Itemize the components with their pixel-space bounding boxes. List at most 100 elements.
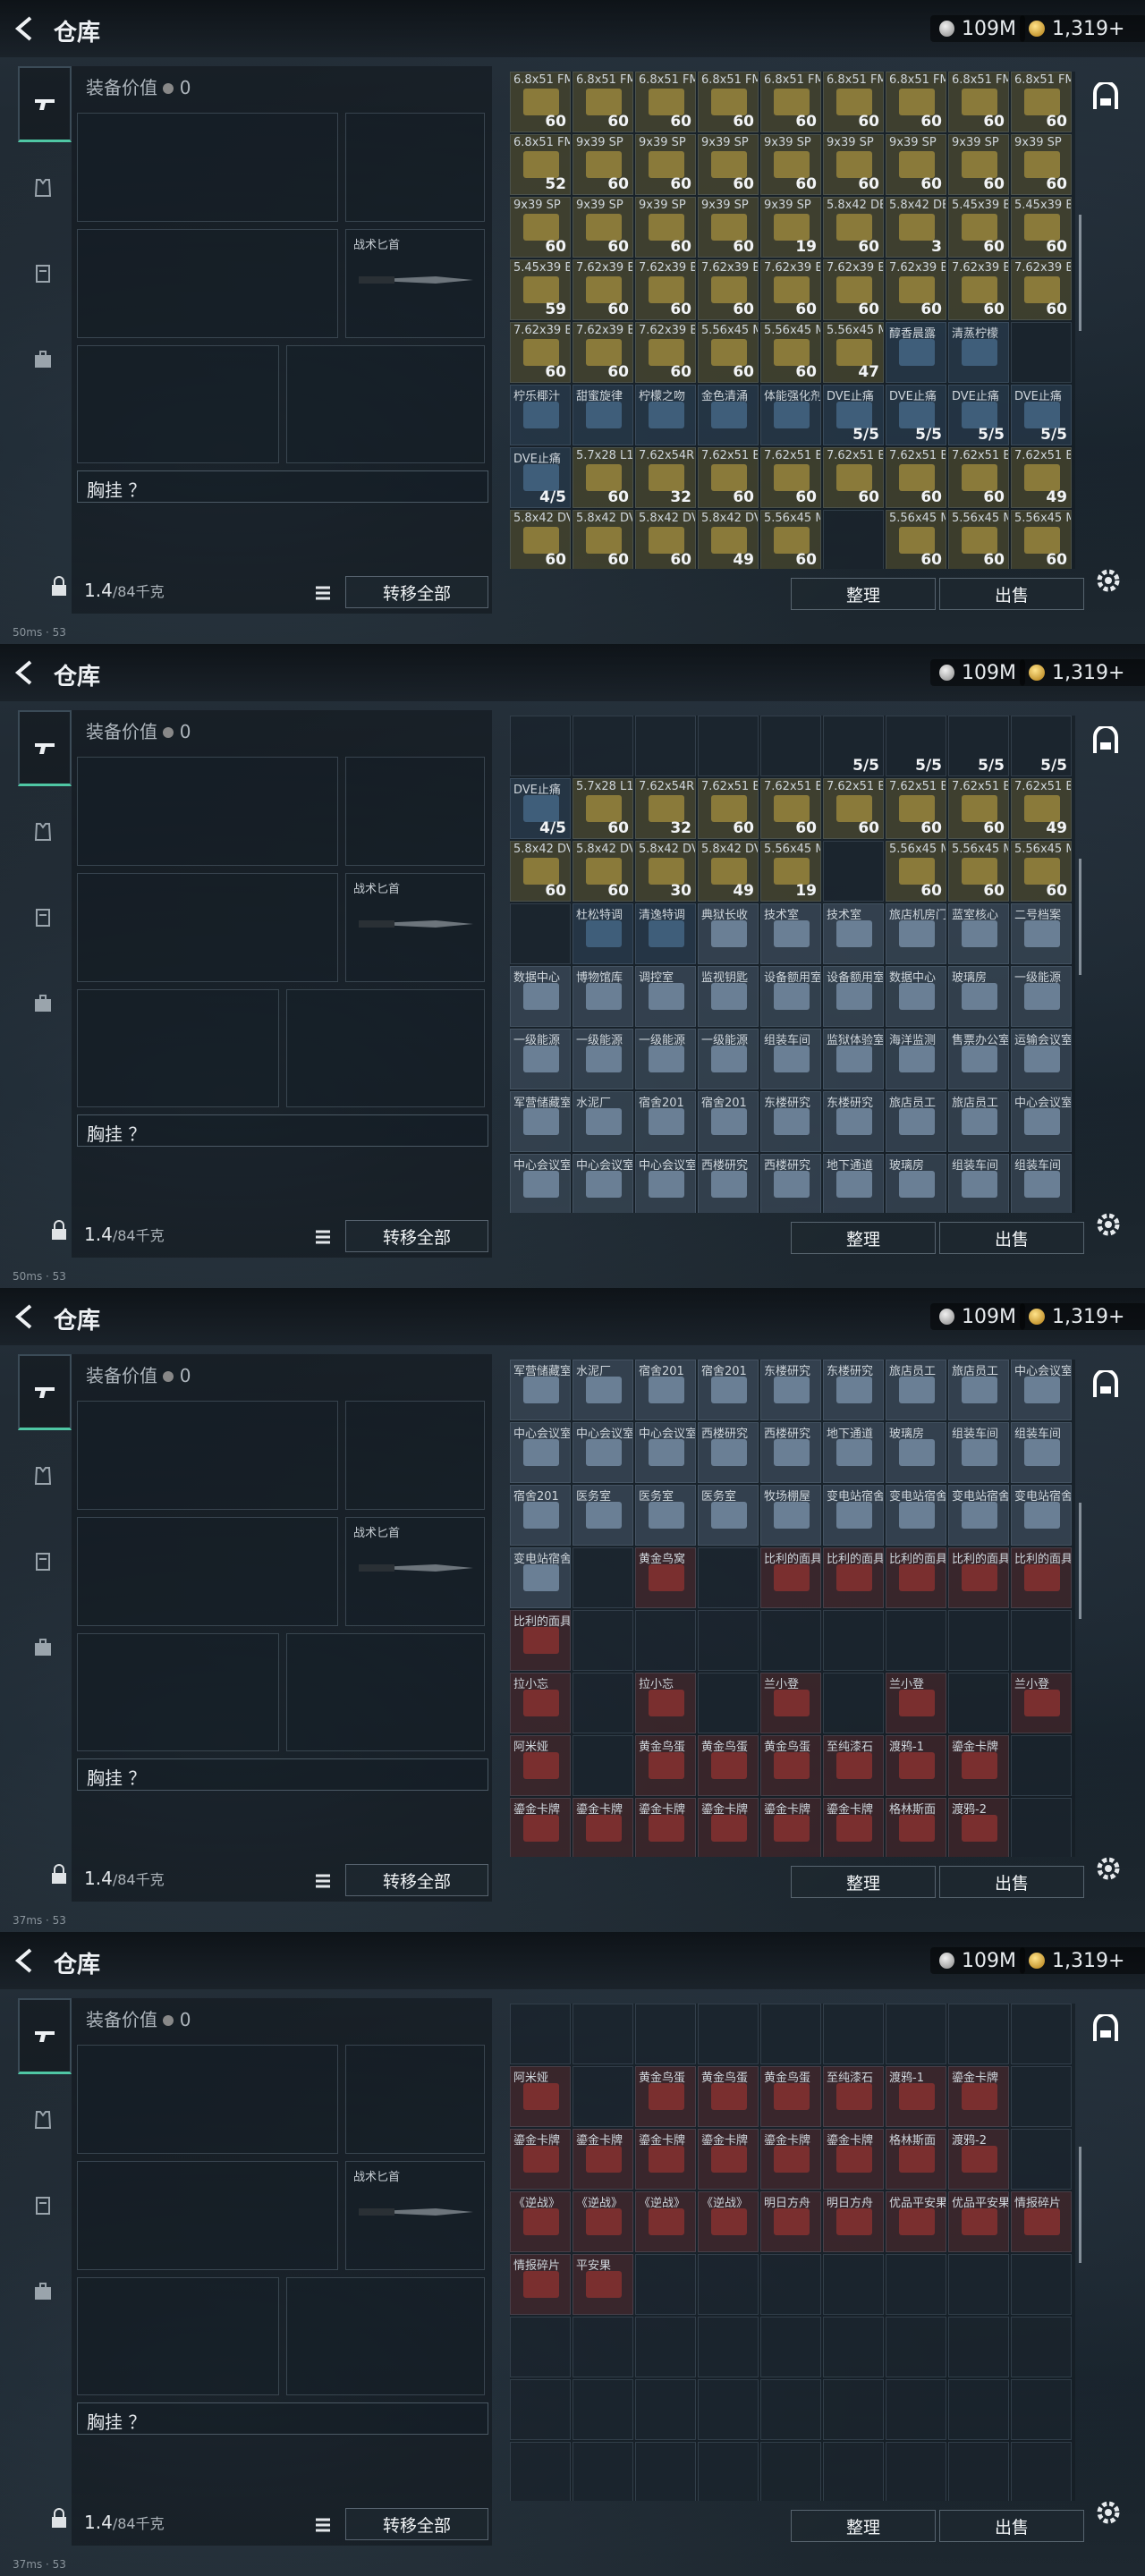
stash-item[interactable]: 数据中心 — [510, 966, 571, 1027]
stash-item[interactable]: 一级能源 — [635, 1029, 696, 1089]
stash-item[interactable]: 5.45x39 BP 59 — [510, 259, 571, 320]
stash-item[interactable]: DVE止痛 5/5 — [823, 385, 884, 445]
stash-item[interactable]: 7.62x54R T46M 32 — [635, 447, 696, 508]
stash-item[interactable]: 5.8x42 DVC88 60 — [572, 510, 633, 569]
container-toggle-icon[interactable] — [1090, 80, 1122, 114]
stash-item[interactable]: 鎏金卡牌 — [510, 2129, 571, 2190]
back-arrow-icon[interactable] — [13, 1302, 38, 1331]
stash-item[interactable]: 7.62x51 BPZ 49 — [1011, 447, 1072, 508]
stash-item[interactable]: 西楼研究 — [760, 1422, 821, 1483]
stash-item[interactable]: 组装车间 — [948, 1154, 1009, 1213]
stash-item[interactable]: 9x39 SP 60 — [698, 134, 759, 195]
stash-item[interactable]: 6.8x51 FM 60 — [886, 72, 946, 132]
stash-item[interactable]: 地下通道 — [823, 1422, 884, 1483]
stash-item[interactable]: 比利的面具 — [510, 1610, 571, 1671]
stash-item[interactable]: 调控室 — [635, 966, 696, 1027]
stash-item[interactable]: 鎏金卡牌 — [823, 1798, 884, 1857]
secondary-weapon-slot[interactable] — [77, 2161, 338, 2270]
sort-button[interactable]: 整理 — [791, 1866, 936, 1898]
stash-item[interactable]: 柠檬之吻 — [635, 385, 696, 445]
stash-item[interactable]: 组装车间 — [1011, 1422, 1072, 1483]
stash-item[interactable]: 6.8x51 FM 52 — [510, 134, 571, 195]
stash-item[interactable]: 6.8x51 FM 60 — [823, 72, 884, 132]
stash-item[interactable]: 甜蜜旋律 — [572, 385, 633, 445]
stash-item[interactable]: 清蒸柠檬 — [948, 322, 1009, 383]
stash-item[interactable]: 7.62x51 BPZ 60 — [698, 447, 759, 508]
stash-item[interactable]: 5.7x28 L191 60 — [572, 447, 633, 508]
stash-item[interactable]: 中心会议室 — [572, 1422, 633, 1483]
sidearm-slot[interactable] — [345, 2045, 485, 2154]
stash-item[interactable]: 玻璃房 — [886, 1154, 946, 1213]
stash-item[interactable]: 医务室 — [698, 1485, 759, 1546]
gold-currency[interactable]: 1,319+ — [1020, 1947, 1145, 1974]
stash-item[interactable]: 9x39 SP 60 — [510, 197, 571, 258]
stash-item[interactable]: 7.62x39 BP 60 — [760, 259, 821, 320]
stash-item[interactable]: 组装车间 — [1011, 1154, 1072, 1213]
stash-item[interactable]: 阿米娅 — [510, 2066, 571, 2127]
stash-item[interactable]: 金色清涌 — [698, 385, 759, 445]
tab-armor[interactable] — [18, 796, 68, 868]
sort-button[interactable]: 整理 — [791, 2510, 936, 2542]
stash-item[interactable]: 鎏金卡牌 — [698, 2129, 759, 2190]
stash-item[interactable]: 9x39 SP 60 — [760, 134, 821, 195]
stash-item[interactable]: 5.56x45 M855 60 — [886, 841, 946, 902]
helmet-slot[interactable] — [77, 1633, 279, 1751]
sell-button[interactable]: 出售 — [939, 1866, 1084, 1898]
back-arrow-icon[interactable] — [13, 14, 38, 43]
stash-item[interactable]: 至纯漆石 — [823, 2066, 884, 2127]
stash-item[interactable]: 东楼研究 — [760, 1360, 821, 1420]
stash-item[interactable]: 7.62x51 BPZ 49 — [1011, 778, 1072, 839]
sell-button[interactable]: 出售 — [939, 2510, 1084, 2542]
stash-item[interactable]: 地下通道 — [823, 1154, 884, 1213]
stash-item[interactable]: 宿舍201 — [698, 1360, 759, 1420]
stash-item[interactable]: 旅店员工 — [948, 1091, 1009, 1152]
stash-item[interactable]: 9x39 SP 19 — [760, 197, 821, 258]
stash-item[interactable]: 比利的面具 — [760, 1547, 821, 1608]
stash-item[interactable]: 优品平安果 — [886, 2191, 946, 2252]
primary-weapon-slot[interactable] — [77, 113, 338, 222]
body-armor-slot[interactable] — [286, 989, 485, 1107]
stash-item[interactable]: 兰小登 — [886, 1673, 946, 1733]
stash-item[interactable]: 黄金鸟蛋 — [635, 1735, 696, 1796]
stash-item[interactable]: 典狱长收 — [698, 903, 759, 964]
stash-item[interactable]: 医务室 — [572, 1485, 633, 1546]
tab-rig[interactable] — [18, 882, 68, 953]
stash-item[interactable]: 黄金鸟蛋 — [698, 1735, 759, 1796]
stash-item[interactable]: 西楼研究 — [698, 1154, 759, 1213]
stash-item[interactable]: 变电站宿舍 — [948, 1485, 1009, 1546]
stash-item[interactable]: 情报碎片 — [510, 2254, 571, 2315]
stash-item[interactable]: 格林斯面 — [886, 1798, 946, 1857]
stash-item[interactable]: 5.56x45 M855A1 60 — [698, 322, 759, 383]
stash-item[interactable]: 东楼研究 — [823, 1360, 884, 1420]
stash-item[interactable]: 旅店员工 — [886, 1360, 946, 1420]
chest-rig-slot[interactable]: 胸挂 ？ — [77, 1114, 488, 1147]
transfer-all-button[interactable]: 转移全部 — [345, 1864, 488, 1896]
stash-item[interactable]: 9x39 SP 60 — [572, 134, 633, 195]
stash-item[interactable]: 6.8x51 FM 60 — [635, 72, 696, 132]
transfer-all-button[interactable]: 转移全部 — [345, 2508, 488, 2540]
stash-item[interactable]: 鎏金卡牌 — [760, 2129, 821, 2190]
stash-item[interactable]: 7.62x51 BPZ 60 — [948, 778, 1009, 839]
stash-item[interactable]: DVE止痛 4/5 — [510, 447, 571, 508]
stash-item[interactable]: 运输会议室 — [1011, 1029, 1072, 1089]
body-armor-slot[interactable] — [286, 345, 485, 463]
stash-item[interactable]: 一级能源 — [510, 1029, 571, 1089]
container-toggle-icon[interactable] — [1090, 1368, 1122, 1402]
tab-weapons[interactable] — [18, 66, 72, 142]
stash-item[interactable]: 变电站宿舍 — [886, 1485, 946, 1546]
stash-item[interactable]: 比利的面具 — [886, 1547, 946, 1608]
sell-button[interactable]: 出售 — [939, 578, 1084, 610]
knife-slot[interactable]: 战术匕首 — [345, 229, 485, 338]
stash-item[interactable]: 鎏金卡牌 — [572, 2129, 633, 2190]
stash-item[interactable]: 设备额用室 — [823, 966, 884, 1027]
stash-item[interactable]: 技术室 — [760, 903, 821, 964]
stash-item[interactable]: 7.62x51 BPZ 60 — [823, 447, 884, 508]
stash-item[interactable]: 6.8x51 FM 60 — [1011, 72, 1072, 132]
stash-item[interactable]: 5.56x45 M855 19 — [760, 841, 821, 902]
tab-weapons[interactable] — [18, 710, 72, 786]
stash-item[interactable]: 黄金鸟蛋 — [760, 1735, 821, 1796]
stash-item[interactable]: 5.56x45 M855 60 — [886, 510, 946, 569]
stash-item[interactable]: 渡鸦-1 — [886, 2066, 946, 2127]
stash-item[interactable]: 7.62x39 BP 60 — [886, 259, 946, 320]
knife-slot[interactable]: 战术匕首 — [345, 2161, 485, 2270]
